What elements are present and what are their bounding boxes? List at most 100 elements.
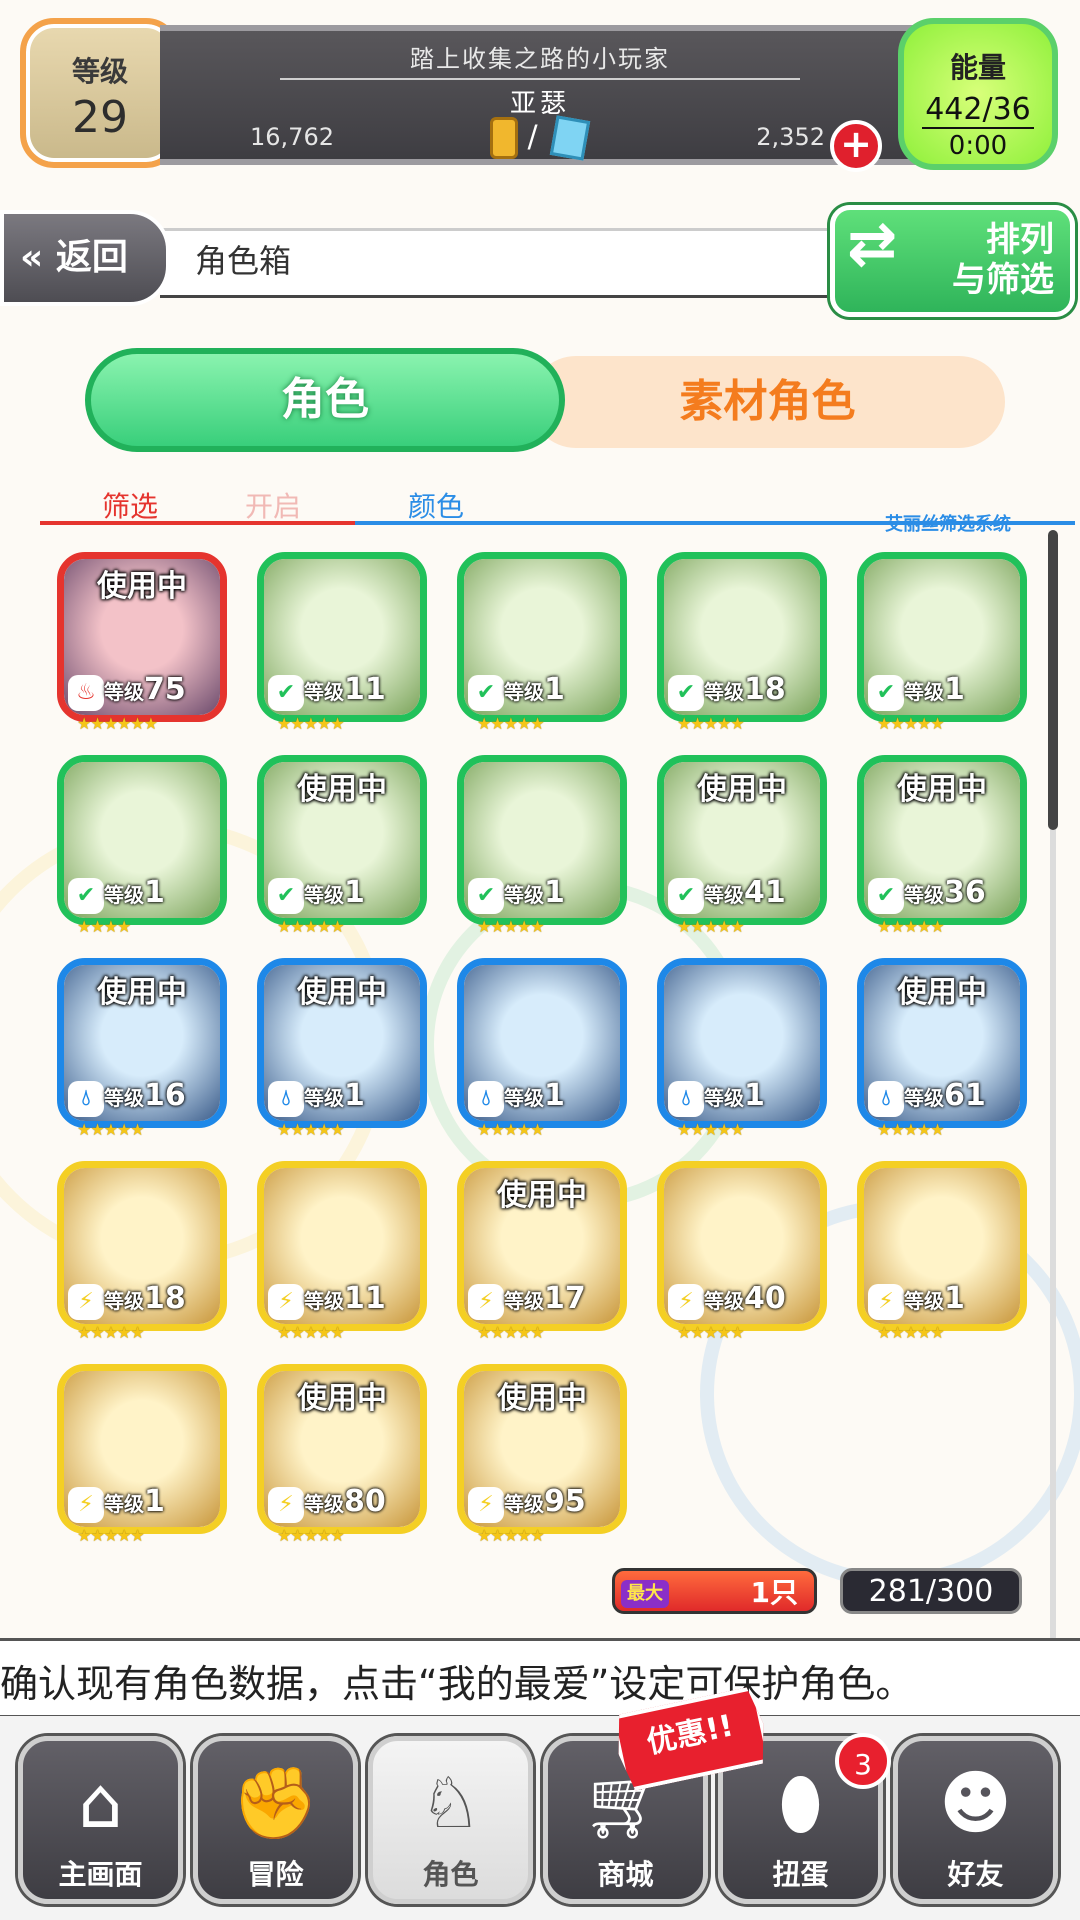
back-button[interactable]: « 返回	[0, 210, 170, 306]
star-rating: ★★★★★	[77, 1323, 145, 1342]
star-rating: ★★★★★	[877, 714, 945, 733]
filter-label: 筛选	[102, 490, 159, 523]
character-level: 等级75	[104, 672, 186, 707]
character-card[interactable]: ⚡︎ 等级18	[57, 1161, 227, 1331]
character-level: 等级41	[704, 875, 786, 910]
leaf-icon: ✔	[668, 878, 704, 914]
level-value: 41	[744, 875, 786, 910]
nav-characters[interactable]: ♘ 角色	[368, 1736, 533, 1904]
character-card[interactable]: ⚡︎ 等级1	[857, 1161, 1027, 1331]
level-prefix: 等级	[704, 883, 744, 907]
home-icon: ⌂	[78, 1762, 123, 1844]
star-rating: ★★★★★	[77, 1526, 145, 1545]
gem-count: 2,352	[756, 123, 825, 151]
filter-toggle[interactable]: 筛选 开启	[40, 485, 355, 525]
level-prefix: 等级	[304, 1492, 344, 1516]
character-card[interactable]: 使用中 ♨ 等级75	[57, 552, 227, 722]
star-rating: ★★★★★	[277, 714, 345, 733]
character-level: 等级18	[704, 672, 786, 707]
tab-characters[interactable]: 角色	[85, 348, 565, 452]
star-rating: ★★★★★	[477, 1120, 545, 1139]
character-card[interactable]: 使用中 ⚡︎ 等级80	[257, 1364, 427, 1534]
level-value: 80	[344, 1484, 386, 1519]
star-rating: ★★★★★	[277, 1323, 345, 1342]
character-card[interactable]: 使用中 ⚡︎ 等级95	[457, 1364, 627, 1534]
player-profile-panel: 踏上收集之路的小玩家 亚瑟 16,762 / 2,352	[160, 25, 920, 165]
nav-adventure[interactable]: ✊ 冒险	[193, 1736, 358, 1904]
scrollbar-thumb[interactable]	[1048, 530, 1058, 830]
character-card[interactable]: ✔ 等级18	[657, 552, 827, 722]
hint-text: 确认现有角色数据，点击“我的最爱”设定可保护角色。	[0, 1662, 914, 1706]
back-button-label: 返回	[55, 237, 128, 278]
character-level: 等级1	[504, 875, 565, 910]
water-drop-icon: 💧︎	[268, 1081, 304, 1117]
in-use-label: 使用中	[897, 975, 987, 1010]
hint-bar: 确认现有角色数据，点击“我的最爱”设定可保护角色。	[0, 1638, 1080, 1718]
character-card[interactable]: 💧︎ 等级1	[657, 958, 827, 1128]
level-value: 1	[944, 1281, 965, 1316]
level-prefix: 等级	[504, 883, 544, 907]
character-card[interactable]: ⚡︎ 等级11	[257, 1161, 427, 1331]
lightning-icon: ⚡︎	[468, 1284, 504, 1320]
in-use-label: 使用中	[897, 772, 987, 807]
star-rating: ★★★★	[77, 917, 131, 936]
character-card[interactable]: ⚡︎ 等级1	[57, 1364, 227, 1534]
character-card[interactable]: ✔ 等级11	[257, 552, 427, 722]
lightning-icon: ⚡︎	[68, 1284, 104, 1320]
friends-icon: ☻	[939, 1762, 1012, 1844]
player-motto: 踏上收集之路的小玩家	[280, 39, 800, 80]
level-prefix: 等级	[304, 1289, 344, 1313]
character-card[interactable]: 使用中 ✔ 等级36	[857, 755, 1027, 925]
character-card[interactable]: ✔ 等级1	[457, 755, 627, 925]
character-card[interactable]: ✔ 等级1	[457, 552, 627, 722]
character-card[interactable]: 使用中 ✔ 等级1	[257, 755, 427, 925]
star-rating: ★★★★★	[277, 917, 345, 936]
level-prefix: 等级	[704, 680, 744, 704]
character-card[interactable]: 使用中 💧︎ 等级16	[57, 958, 227, 1128]
character-level: 等级1	[104, 1484, 165, 1519]
character-level: 等级80	[304, 1484, 386, 1519]
tab-material-characters[interactable]: 素材角色	[530, 356, 1005, 448]
character-card[interactable]: ✔ 等级1	[57, 755, 227, 925]
level-value: 1	[744, 1078, 765, 1113]
favorite-count-badge: 最大 1只	[612, 1568, 817, 1614]
character-card[interactable]: 使用中 💧︎ 等级61	[857, 958, 1027, 1128]
currency-icons: /	[490, 115, 591, 161]
in-use-label: 使用中	[497, 1178, 587, 1213]
character-level: 等级40	[704, 1281, 786, 1316]
character-card[interactable]: 使用中 ✔ 等级41	[657, 755, 827, 925]
character-card[interactable]: 使用中 ⚡︎ 等级17	[457, 1161, 627, 1331]
level-value: 11	[344, 1281, 386, 1316]
double-chevron-left-icon: «	[20, 237, 44, 278]
handshake-icon: ✊	[231, 1762, 320, 1844]
in-use-label: 使用中	[297, 1381, 387, 1416]
level-value: 17	[544, 1281, 586, 1316]
star-rating: ★★★★★	[477, 1526, 545, 1545]
nav-friends[interactable]: ☻ 好友	[893, 1736, 1058, 1904]
character-level: 等级61	[904, 1078, 986, 1113]
level-value: 1	[544, 672, 565, 707]
energy-box[interactable]: 能量 442/36 0:00	[898, 18, 1058, 170]
character-card[interactable]: 💧︎ 等级1	[457, 958, 627, 1128]
leaf-icon: ✔	[468, 675, 504, 711]
buy-gems-button[interactable]: +	[830, 120, 882, 172]
water-drop-icon: 💧︎	[868, 1081, 904, 1117]
character-card[interactable]: ✔ 等级1	[857, 552, 1027, 722]
level-value: 40	[744, 1281, 786, 1316]
page-title: 角色箱	[195, 242, 292, 280]
nav-home[interactable]: ⌂ 主画面	[18, 1736, 183, 1904]
sort-filter-button[interactable]: ⇄ 排列 与筛选	[830, 205, 1075, 317]
character-level: 等级1	[104, 875, 165, 910]
nav-shop-label: 商城	[597, 1858, 654, 1891]
character-level: 等级17	[504, 1281, 586, 1316]
level-prefix: 等级	[104, 1289, 144, 1313]
rabbit-icon: ♘	[419, 1762, 482, 1844]
character-level: 等级11	[304, 672, 386, 707]
level-prefix: 等级	[104, 883, 144, 907]
color-filter-label: 颜色	[408, 490, 465, 523]
character-level: 等级36	[904, 875, 986, 910]
character-card[interactable]: 使用中 💧︎ 等级1	[257, 958, 427, 1128]
level-value: 1	[144, 1484, 165, 1519]
level-prefix: 等级	[304, 680, 344, 704]
character-card[interactable]: ⚡︎ 等级40	[657, 1161, 827, 1331]
